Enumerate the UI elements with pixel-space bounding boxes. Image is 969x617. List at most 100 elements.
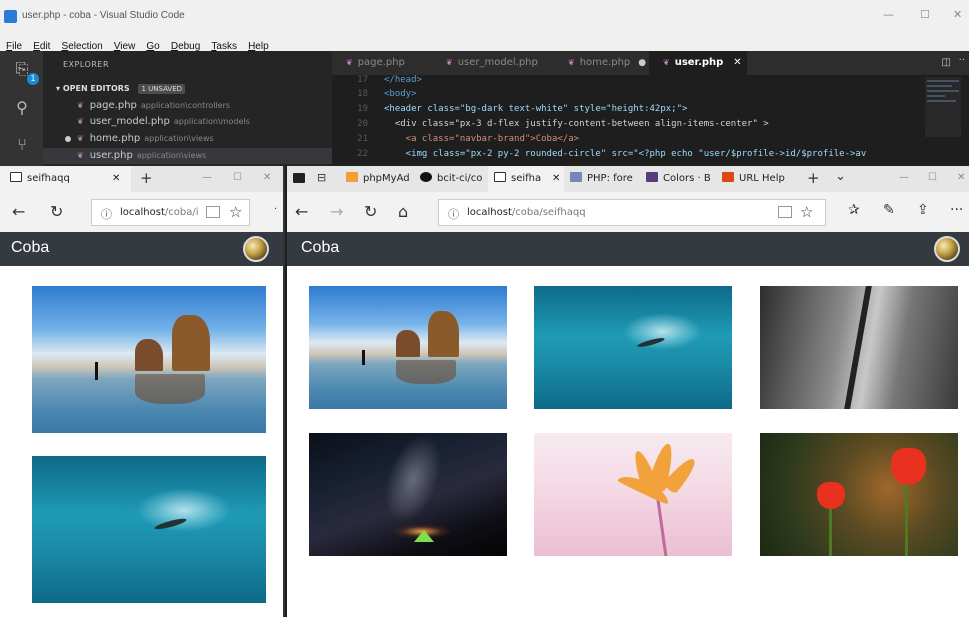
php-file-icon: ❦ xyxy=(77,101,84,110)
photo-beach[interactable] xyxy=(309,286,507,409)
navbar-brand[interactable]: Coba xyxy=(11,239,49,257)
favorite-star-icon[interactable]: ☆ xyxy=(229,203,242,221)
back-icon[interactable]: ← xyxy=(295,202,308,221)
file-name: home.php xyxy=(89,133,141,144)
right-tab-bar: ⊟ phpMyAd bcit-ci/co seifha ✕ PHP: fore C… xyxy=(287,166,969,192)
minimap[interactable] xyxy=(925,77,961,137)
close-window-button[interactable]: ✕ xyxy=(263,172,271,183)
line-number: 18 xyxy=(357,89,368,99)
minimize-button[interactable]: — xyxy=(883,8,894,21)
maximize-button[interactable]: ☐ xyxy=(928,172,937,183)
close-window-button[interactable]: ✕ xyxy=(957,172,965,183)
line-code: <a class="navbar-brand">Coba</a> xyxy=(384,134,580,144)
tab-title: PHP: fore xyxy=(587,173,633,184)
tab-title: seifha xyxy=(511,173,542,184)
tab-php-foreach[interactable]: PHP: fore xyxy=(564,166,640,192)
code-line-18: 18 <body> xyxy=(332,89,416,101)
info-icon: ⓘ xyxy=(101,208,112,221)
address-bar[interactable]: ⓘ localhost/coba/seifhaqq ☆ xyxy=(438,199,826,226)
line-number: 22 xyxy=(357,149,368,159)
close-tab-icon[interactable]: ✕ xyxy=(112,166,120,192)
refresh-icon[interactable]: ↻ xyxy=(364,202,377,221)
file-name: page.php xyxy=(89,100,137,111)
address-bar[interactable]: ⓘ localhost/coba/i ☆ xyxy=(91,199,250,226)
split-editor-icon[interactable]: ◫ xyxy=(942,57,951,68)
file-path: application\models xyxy=(173,117,250,126)
photo-underwater[interactable] xyxy=(32,456,266,603)
favorites-hub-icon[interactable]: ✰ xyxy=(848,202,860,218)
open-editor-home[interactable]: ❦ home.php application\views xyxy=(77,133,214,144)
left-address-row: ← ↻ ⓘ localhost/coba/i ☆ · xyxy=(0,192,283,232)
set-aside-tabs-icon[interactable]: ⊟ xyxy=(317,171,326,184)
left-page-content xyxy=(0,266,283,617)
editor-tabs: ❦ page.php ❦ user_model.php ❦ home.php ● ❦ us… xyxy=(332,51,969,75)
refresh-icon[interactable]: ↻ xyxy=(50,202,63,221)
avatar[interactable] xyxy=(934,236,960,262)
left-tab-seifhaqq[interactable]: seifhaqq ✕ xyxy=(0,166,131,192)
photo-orange-flower[interactable] xyxy=(534,433,732,556)
minimize-button[interactable]: — xyxy=(899,172,909,183)
open-editor-user-model[interactable]: ❦ user_model.php application\models xyxy=(77,116,250,127)
web-note-icon[interactable]: ✎ xyxy=(883,202,895,218)
home-icon[interactable]: ⌂ xyxy=(398,202,408,221)
photo-night-sky[interactable] xyxy=(309,433,507,556)
more-icon[interactable]: ··· xyxy=(950,202,963,218)
more-actions-icon[interactable]: ·· xyxy=(959,55,965,66)
line-code: <header class="bg-dark text-white" style… xyxy=(384,104,688,114)
line-code: <img class="px-2 py-2 rounded-circle" sr… xyxy=(384,149,867,159)
open-editors-label: OPEN EDITORS xyxy=(62,84,130,93)
favorite-star-icon[interactable]: ☆ xyxy=(800,203,813,221)
tab-title: bcit-ci/co xyxy=(437,173,483,184)
modified-dot-icon: ● xyxy=(638,58,647,68)
close-tab-icon[interactable]: ✕ xyxy=(552,166,560,192)
avatar[interactable] xyxy=(243,236,269,262)
code-editor[interactable]: 17 </head> 18 <body> 19 <header class="bg-d… xyxy=(332,75,969,166)
tab-seifhaqq[interactable]: seifha ✕ xyxy=(488,166,564,192)
share-icon[interactable]: ⇪ xyxy=(917,202,929,218)
reading-view-icon[interactable] xyxy=(206,206,220,218)
close-tab-icon[interactable]: ✕ xyxy=(733,57,741,68)
forward-icon[interactable]: → xyxy=(330,202,343,221)
tab-bootstrap-colors[interactable]: Colors · B xyxy=(640,166,716,192)
tab-url-helper[interactable]: URL Help xyxy=(716,166,794,192)
code-line-22: 22 <img class="px-2 py-2 rounded-circle"… xyxy=(332,149,866,161)
open-editors-section[interactable]: ▾ OPEN EDITORS 1 UNSAVED xyxy=(56,84,186,94)
file-name: user.php xyxy=(89,150,133,161)
open-editor-page[interactable]: ❦ page.php application\controllers xyxy=(77,100,230,111)
minimize-button[interactable]: — xyxy=(202,172,212,183)
url-path: /coba/i xyxy=(164,207,199,218)
photo-rock-cliff[interactable] xyxy=(760,286,958,409)
address-url: localhost/coba/seifhaqq xyxy=(467,207,586,218)
tab-title: seifhaqq xyxy=(27,173,70,184)
tab-preview-icon[interactable] xyxy=(293,173,305,183)
line-code: </head> xyxy=(384,75,422,85)
url-host: localhost xyxy=(120,207,165,218)
code-line-19: 19 <header class="bg-dark text-white" sty… xyxy=(332,104,687,116)
new-tab-button[interactable]: + xyxy=(807,169,820,187)
new-tab-button[interactable]: + xyxy=(140,169,153,187)
reading-view-icon[interactable] xyxy=(778,206,792,218)
navbar-brand[interactable]: Coba xyxy=(301,239,339,257)
more-icon[interactable]: · xyxy=(274,204,277,215)
right-address-row: ← → ↻ ⌂ ⓘ localhost/coba/seifhaqq ☆ ✰ ✎ … xyxy=(287,192,969,232)
maximize-button[interactable]: ☐ xyxy=(233,172,242,183)
php-file-icon: ❦ xyxy=(663,58,670,67)
photo-beach[interactable] xyxy=(32,286,266,433)
tab-phpmyadmin[interactable]: phpMyAd xyxy=(340,166,414,192)
tab-home-php[interactable]: ❦ home.php ● xyxy=(554,51,649,75)
photo-underwater[interactable] xyxy=(534,286,732,409)
tab-user-model-php[interactable]: ❦ user_model.php xyxy=(432,51,554,75)
back-icon[interactable]: ← xyxy=(12,202,25,221)
maximize-button[interactable]: ☐ xyxy=(920,8,930,21)
open-editor-user[interactable]: ❦ user.php application\views xyxy=(77,150,206,161)
source-control-icon[interactable]: ⑂ xyxy=(12,135,32,155)
tab-dropdown-icon[interactable]: ⌄ xyxy=(835,169,846,184)
search-icon[interactable]: ⚲ xyxy=(12,98,32,118)
tab-github-codeigniter[interactable]: bcit-ci/co xyxy=(414,166,488,192)
tab-title: Colors · B xyxy=(663,173,711,184)
close-window-button[interactable]: ✕ xyxy=(953,8,962,21)
php-file-icon: ❦ xyxy=(77,134,84,143)
tab-page-php[interactable]: ❦ page.php xyxy=(332,51,432,75)
photo-red-tulips[interactable] xyxy=(760,433,958,556)
tab-user-php[interactable]: ❦ user.php ✕ xyxy=(649,51,747,75)
